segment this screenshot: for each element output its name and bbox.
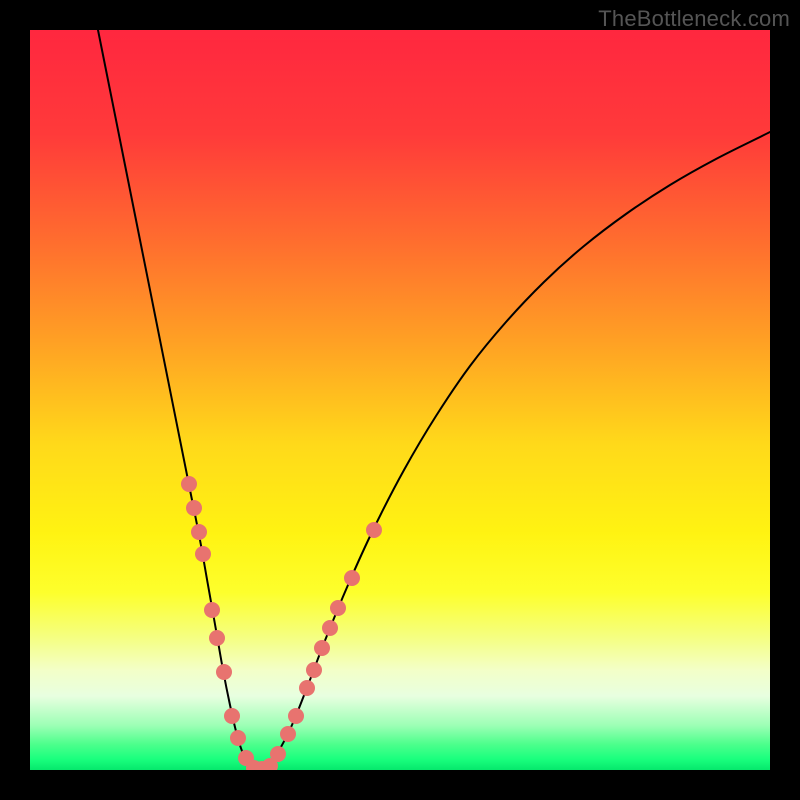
bottleneck-chart — [30, 30, 770, 770]
scatter-point — [314, 640, 330, 656]
scatter-point — [204, 602, 220, 618]
scatter-point — [306, 662, 322, 678]
scatter-point — [322, 620, 338, 636]
scatter-point — [186, 500, 202, 516]
scatter-point — [366, 522, 382, 538]
chart-frame — [30, 30, 770, 770]
scatter-point — [270, 746, 286, 762]
scatter-point — [330, 600, 346, 616]
scatter-point — [280, 726, 296, 742]
scatter-point — [181, 476, 197, 492]
scatter-point — [299, 680, 315, 696]
scatter-point — [216, 664, 232, 680]
scatter-point — [209, 630, 225, 646]
watermark-text: TheBottleneck.com — [598, 6, 790, 32]
scatter-point — [288, 708, 304, 724]
scatter-point — [344, 570, 360, 586]
scatter-point — [191, 524, 207, 540]
scatter-point — [195, 546, 211, 562]
scatter-point — [230, 730, 246, 746]
scatter-point — [224, 708, 240, 724]
gradient-background — [30, 30, 770, 770]
